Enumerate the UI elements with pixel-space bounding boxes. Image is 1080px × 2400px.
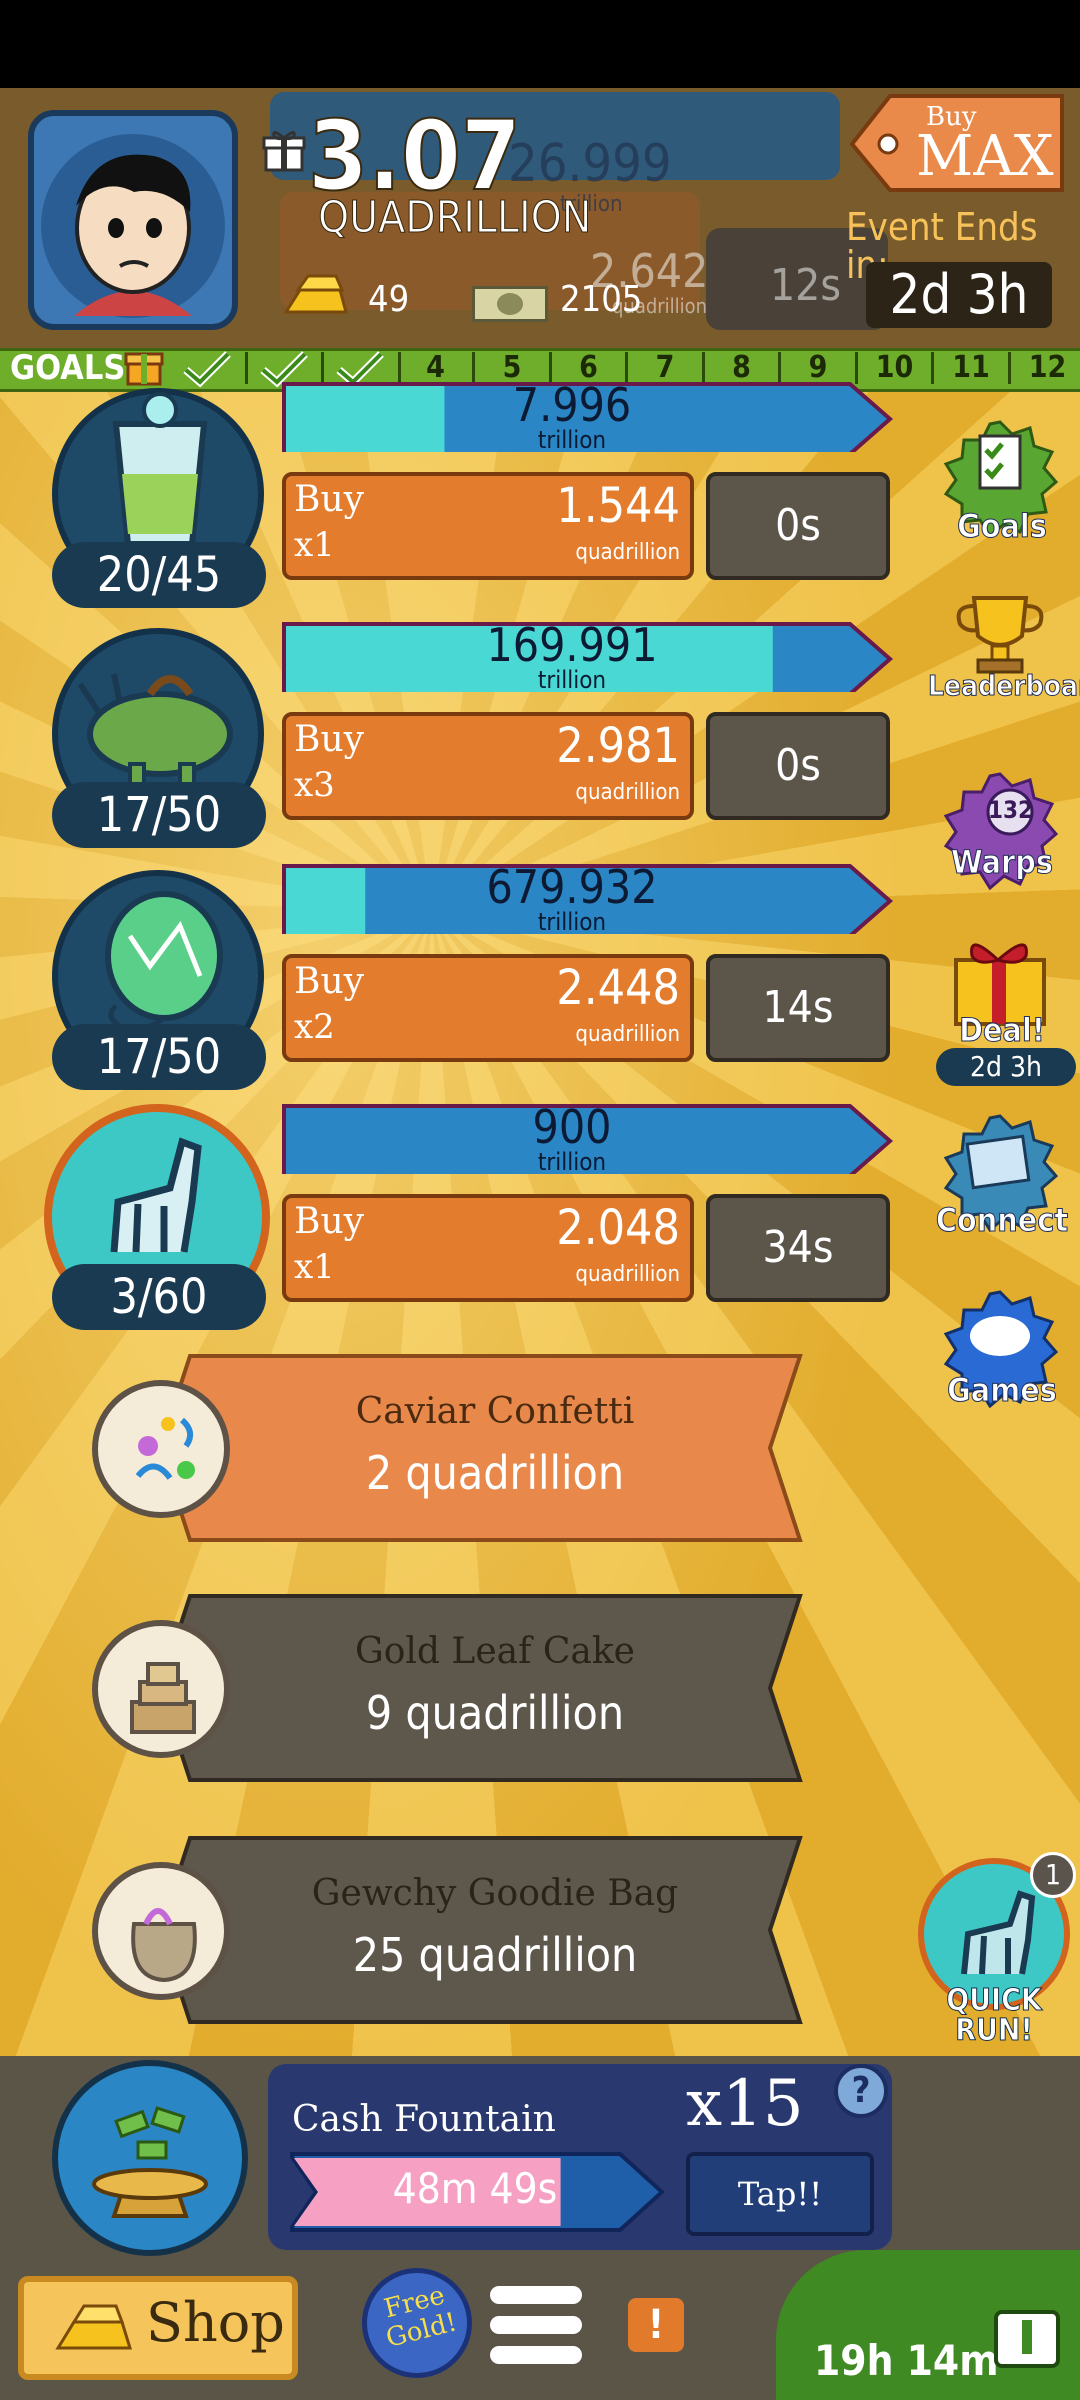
leaderboard-label: Leaderboard [928,669,1080,702]
goal-divider [244,352,248,384]
upgrade-item-icon [130,1662,196,1734]
buy-button[interactable]: Buy x1 1.544 quadrillion [282,472,694,580]
upgrade-title: Gewchy Goodie Bag [311,1873,679,1914]
cash-fountain-title: Cash Fountain [292,2099,556,2140]
upgrade-title: Gold Leaf Cake [354,1631,635,1672]
help-button[interactable]: ? [834,2064,888,2118]
behind-value: 26.999 [508,134,672,194]
avatar-portrait-icon [41,134,225,318]
gold-bars-icon [280,272,352,320]
megabucks-count: 2105 [560,279,643,320]
cash-value: 3.07 [307,100,522,212]
goal-number: 10 [875,350,914,385]
buy-price: 1.544 [556,478,680,534]
business-count: 17/50 [52,782,266,848]
megabucks-icon [472,286,548,322]
upgrade-icon-circle [92,1620,230,1758]
revenue-unit: trillion [537,426,607,454]
upgrade-title: Caviar Confetti [355,1391,635,1432]
quick-run-label: QUICK RUN! [946,1983,1043,2048]
upgrade-icon-circle [92,1380,230,1518]
gold-icon [52,2300,136,2356]
business-timer: 0s [706,472,890,580]
buy-label: Buy [294,479,364,520]
revenue-unit: trillion [537,666,607,694]
buy-multiplier: x1 [294,525,335,565]
buy-label: Buy [294,1201,364,1242]
cash-fountain-timer: 48m 49s [392,2164,558,2213]
gold-count: 49 [368,279,410,320]
business-timer: 14s [706,954,890,1062]
goal-divider [321,352,324,384]
tap-button[interactable]: Tap!! [686,2152,874,2236]
buy-label: Buy [294,719,364,760]
upgrade-icon-circle [92,1862,230,2000]
menu-icon [490,2286,582,2304]
tv-icon [994,2310,1060,2368]
deal-timer: 2d 3h [936,1048,1076,1086]
buy-max-main: MAX [916,124,1054,189]
tv-timer: 19h 14m [814,2336,999,2385]
connect-label: Connect [935,1201,1069,1239]
player-avatar[interactable] [28,110,238,330]
business-count: 17/50 [52,1024,266,1090]
cash-fountain-multiplier: x15 [686,2067,804,2141]
shop-label: Shop [146,2291,285,2354]
buy-price: 2.048 [556,1200,680,1256]
business-count: 20/45 [52,542,266,608]
goal-number: 4 [426,350,445,385]
upgrade-price: 25 quadrillion [352,1928,638,1982]
buy-label: Buy [294,961,364,1002]
buy-price-unit: quadrillion [575,1262,680,1287]
trophy-icon [956,596,1044,674]
goal-number: 12 [1028,350,1067,385]
menu-button[interactable] [490,2286,582,2366]
upgrade-price: 2 quadrillion [365,1446,625,1500]
event-timer: 2d 3h [866,262,1052,328]
goals-side-label: Goals [957,507,1048,545]
buy-button[interactable]: Buy x2 2.448 quadrillion [282,954,694,1062]
behind-timer-text: 12s [770,260,841,311]
revenue-unit: trillion [537,1148,607,1176]
business-timer: 34s [706,1194,890,1302]
goal-number: 11 [952,350,990,385]
revenue-value: 7.996 [512,378,632,432]
revenue-value: 900 [532,1100,612,1154]
warps-label: Warps [951,843,1054,881]
goals-label: GOALS [10,348,126,388]
buy-price-unit: quadrillion [575,1022,680,1047]
revenue-value: 169.991 [486,618,658,672]
buy-price: 2.981 [556,718,680,774]
status-bar [0,0,1080,88]
buy-multiplier: x1 [294,1247,335,1287]
warps-count: 132 [988,796,1034,824]
goal-number: 9 [808,350,828,385]
goal-number: 8 [732,350,751,385]
buy-multiplier: x2 [294,1007,335,1047]
buy-button[interactable]: Buy x1 2.048 quadrillion [282,1194,694,1302]
business-count: 3/60 [52,1264,266,1330]
alert-button[interactable]: ! [628,2298,684,2352]
goal-check-icon [176,348,236,388]
games-label: Games [947,1371,1058,1409]
revenue-value: 679.932 [486,860,658,914]
gift-icon[interactable] [262,128,306,172]
buy-price-unit: quadrillion [575,780,680,805]
upgrade-item-icon [135,1417,195,1480]
quick-run-badge: 1 [1030,1852,1076,1898]
goal-number: 7 [655,350,675,385]
buy-button[interactable]: Buy x3 2.981 quadrillion [282,712,694,820]
cash-fountain-icon[interactable] [52,2060,248,2256]
buy-max-button[interactable]: Buy MAX [849,92,1072,202]
revenue-unit: trillion [537,908,607,936]
deal-label: Deal! [959,1011,1046,1049]
cash-unit: QUADRILLION [317,192,592,243]
upgrade-price: 9 quadrillion [365,1686,625,1740]
buy-price-unit: quadrillion [575,540,680,565]
buy-multiplier: x3 [294,765,335,805]
goal-gift-icon [122,344,166,388]
business-timer: 0s [706,712,890,820]
buy-price: 2.448 [556,960,680,1016]
upgrade-item-icon [131,1908,197,1983]
